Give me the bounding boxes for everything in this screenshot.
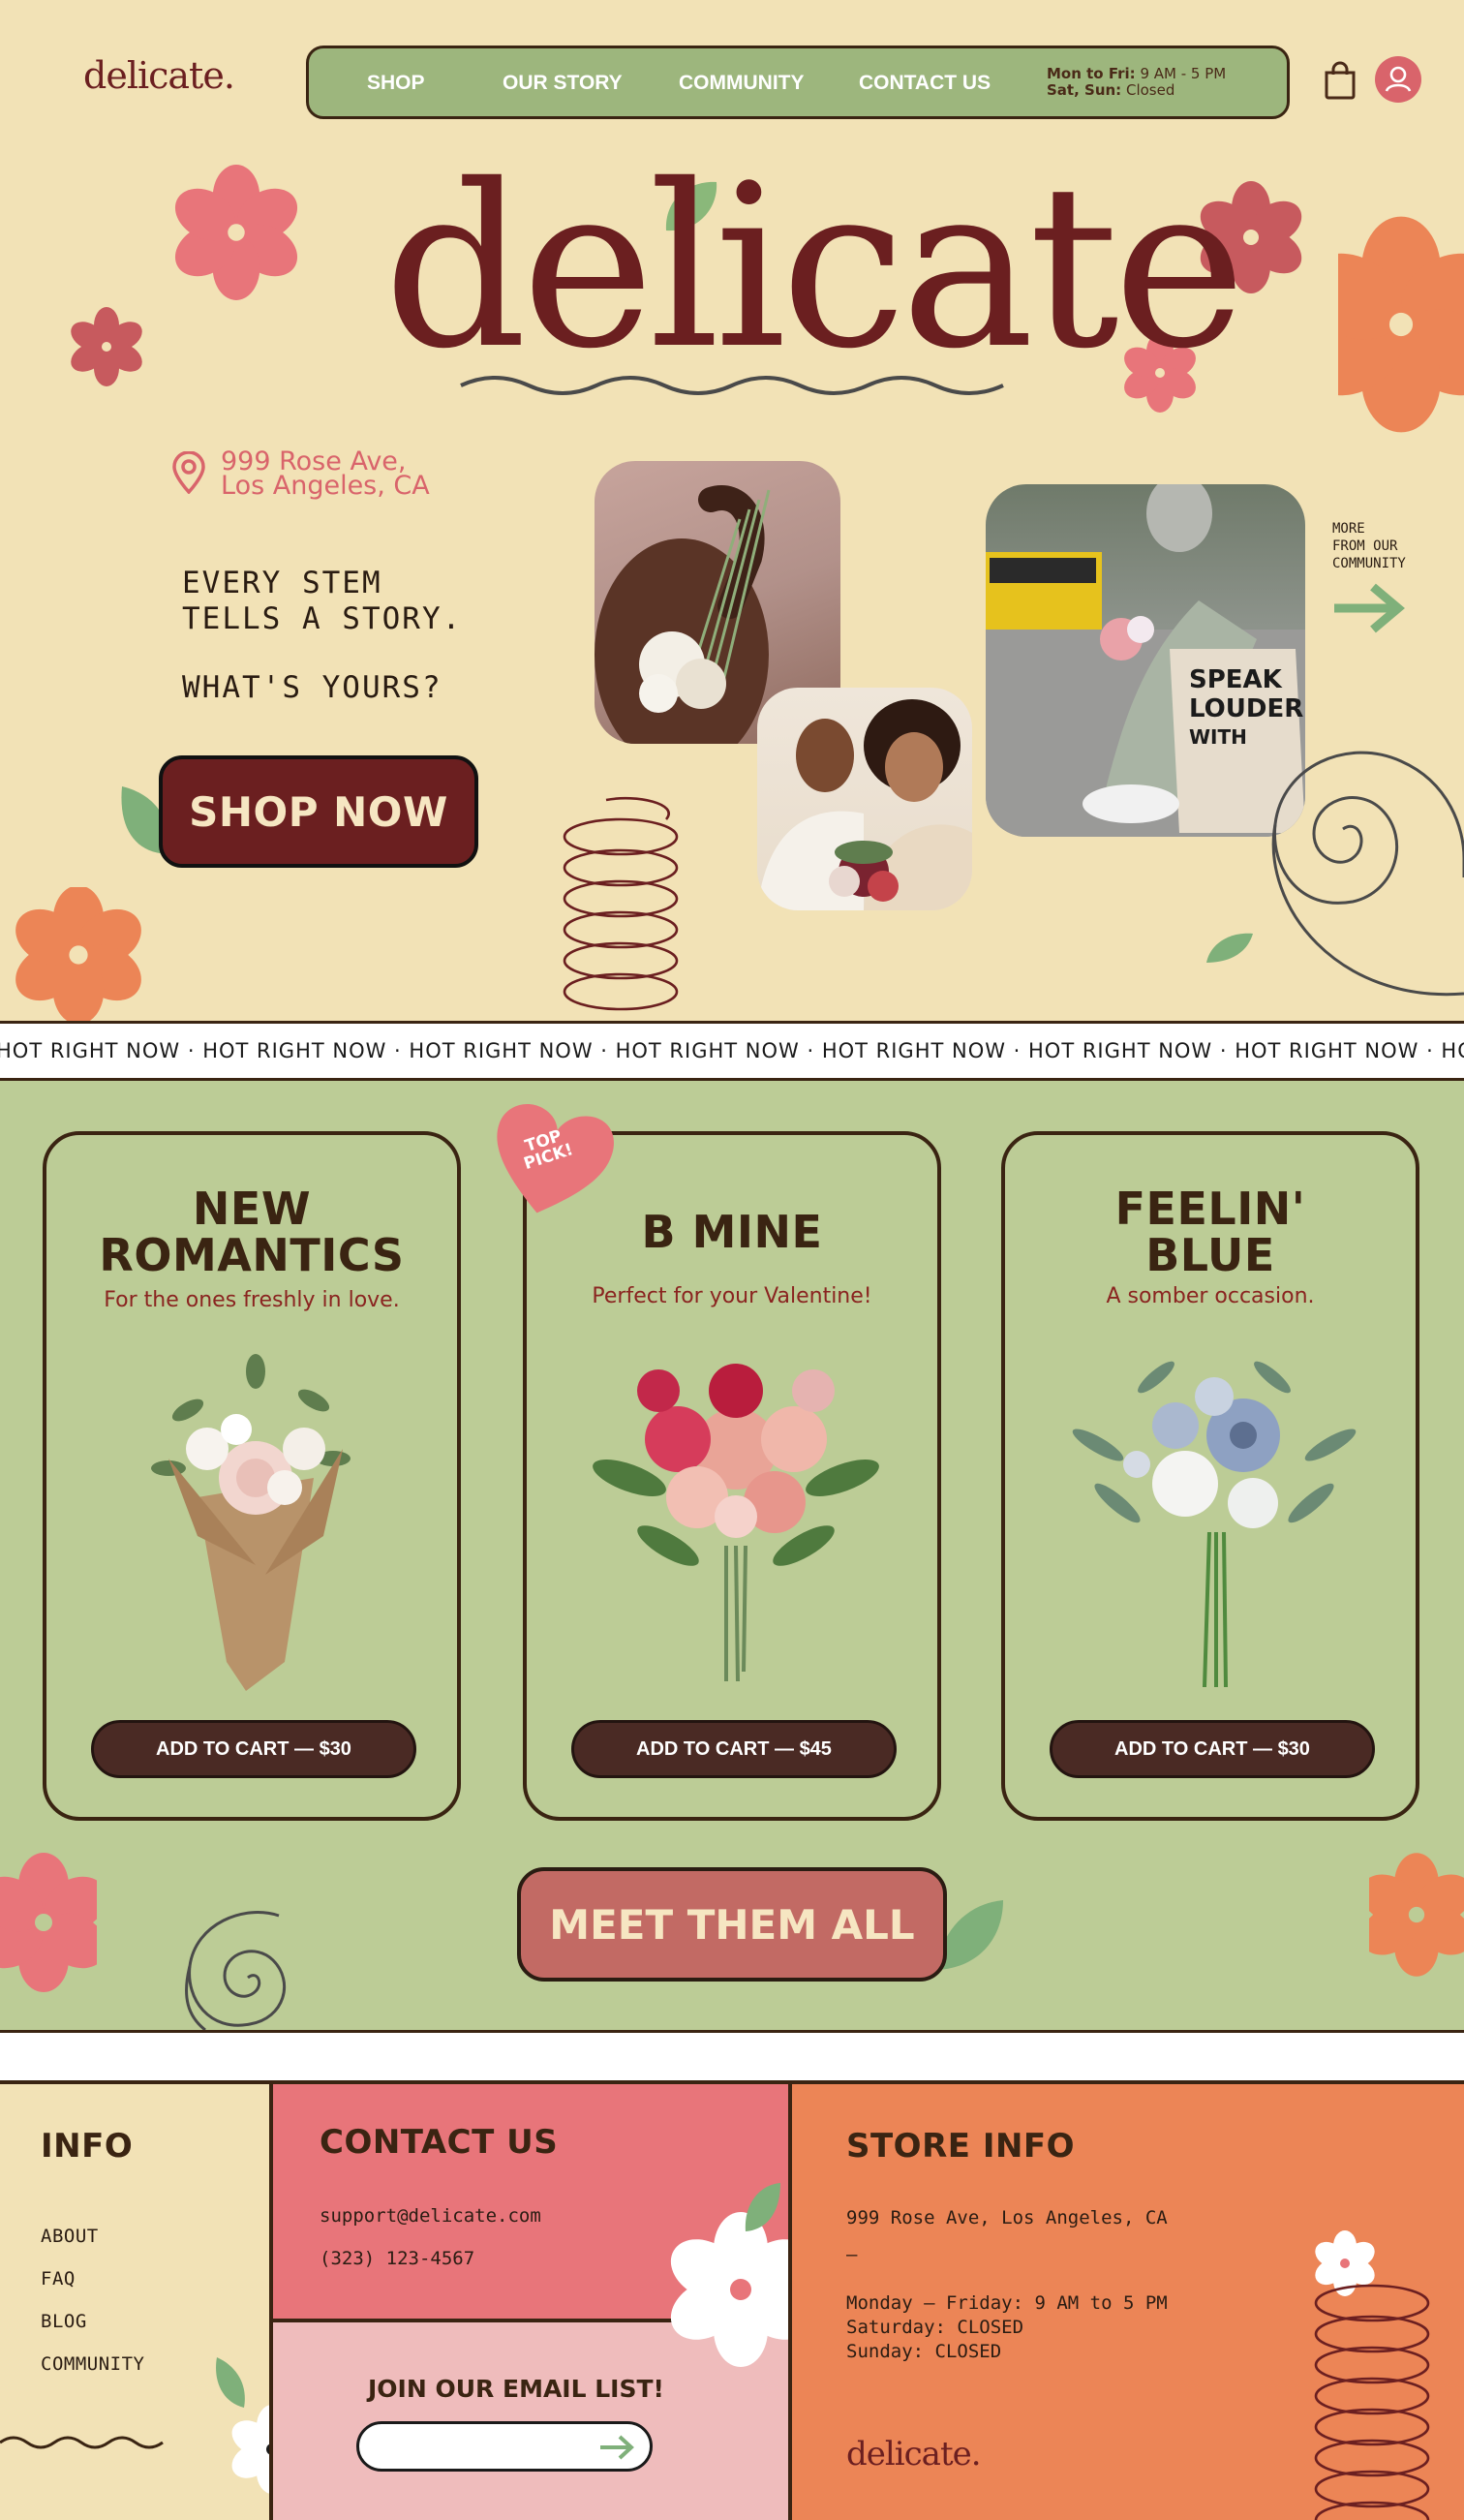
address-line-2: Los Angeles, CA (221, 471, 430, 501)
footer-link-blog[interactable]: BLOG (41, 2311, 87, 2332)
footer-contact-title: CONTACT US (320, 2123, 559, 2162)
bouquet-feelin-blue-image (1072, 1361, 1357, 1688)
product-title: NEW ROMANTICS (46, 1185, 457, 1278)
more-community-label[interactable]: MORE FROM OUR COMMUNITY (1332, 520, 1406, 572)
wave-decoration (0, 2436, 164, 2449)
tagline-line-2: TELLS A STORY. (182, 601, 463, 636)
footer-link-about[interactable]: ABOUT (41, 2226, 99, 2247)
section-divider (0, 2030, 1464, 2080)
product-subtitle: For the ones freshly in love. (104, 1288, 400, 1312)
community-photo-couple[interactable] (757, 688, 972, 910)
footer-info-title: INFO (41, 2127, 134, 2166)
flower-decoration-icon (71, 307, 142, 386)
nav-our-story[interactable]: OUR STORY (503, 72, 623, 95)
flower-decoration-icon (1369, 1853, 1464, 1977)
store-address: 999 Rose Ave, Los Angeles, CA (846, 2207, 1168, 2228)
more-line-1: MORE (1332, 521, 1365, 537)
tagline-line-3: WHAT'S YOURS? (182, 670, 442, 705)
nav-contact-us[interactable]: CONTACT US (859, 72, 991, 95)
submit-arrow-icon[interactable] (598, 2433, 637, 2462)
footer-logo[interactable]: delicate. (846, 2435, 982, 2474)
add-to-cart-button[interactable]: ADD TO CART — $45 (571, 1720, 897, 1778)
product-title-line-1: NEW (192, 1183, 312, 1235)
hero-tagline: EVERY STEM TELLS A STORY. WHAT'S YOURS? (182, 566, 462, 706)
product-title-line-2: BLUE (1145, 1229, 1275, 1281)
nav-community[interactable]: COMMUNITY (679, 72, 805, 95)
bouquet-new-romantics-image (151, 1354, 351, 1691)
footer-link-faq[interactable]: FAQ (41, 2268, 76, 2290)
tagline-line-1: EVERY STEM (182, 566, 382, 600)
more-line-2: FROM OUR (1332, 538, 1398, 554)
footer-link-community[interactable]: COMMUNITY (41, 2353, 144, 2375)
main-nav: SHOP OUR STORY COMMUNITY CONTACT US Mon … (306, 46, 1290, 119)
user-icon (1385, 66, 1412, 92)
store-hours-weekday: Monday — Friday: 9 AM to 5 PM (846, 2292, 1168, 2314)
location-pin-icon (172, 451, 205, 494)
newsletter-title: JOIN OUR EMAIL LIST! (368, 2375, 664, 2403)
hours-weekday-value: 9 AM - 5 PM (1140, 65, 1227, 82)
contact-phone-link[interactable]: (323) 123-4567 (320, 2247, 474, 2271)
more-line-3: COMMUNITY (1332, 556, 1406, 571)
hours-weekend-value: Closed (1125, 81, 1175, 99)
contact-email-link[interactable]: support@delicate.com (320, 2204, 541, 2228)
flower-decoration-icon (174, 165, 298, 300)
product-subtitle: Perfect for your Valentine! (592, 1284, 872, 1308)
product-card-b-mine[interactable]: B MINE Perfect for your Valentine! ADD T… (523, 1131, 941, 1821)
store-separator: — (846, 2244, 858, 2265)
spring-decoration (1314, 2284, 1430, 2520)
product-card-new-romantics[interactable]: NEW ROMANTICS For the ones freshly in lo… (43, 1131, 461, 1821)
flower-decoration-icon (0, 1853, 97, 1992)
photo-illustration (757, 699, 972, 910)
footer-store-column: STORE INFO 999 Rose Ave, Los Angeles, CA… (792, 2084, 1464, 2520)
header-logo[interactable]: delicate. (83, 54, 235, 97)
svg-text:SPEAK: SPEAK (1189, 665, 1283, 694)
user-account-button[interactable] (1375, 56, 1421, 103)
store-hours: Mon to Fri: 9 AM - 5 PM Sat, Sun: Closed (1047, 66, 1226, 99)
spiral-decoration (185, 1911, 287, 2030)
hours-weekday-label: Mon to Fri: (1047, 65, 1136, 82)
wave-underline (460, 376, 1004, 395)
shop-now-button[interactable]: SHOP NOW (159, 755, 478, 868)
top-pick-badge: TOP PICK! (486, 1100, 614, 1220)
product-card-feelin-blue[interactable]: FEELIN' BLUE A somber occasion. ADD TO C… (1001, 1131, 1419, 1821)
flower-decoration-icon (1338, 216, 1464, 433)
svg-text:LOUDER: LOUDER (1189, 694, 1303, 723)
footer: INFO ABOUT FAQ BLOG COMMUNITY CONTACT US… (0, 2080, 1464, 2520)
hero-title: delicate (383, 137, 1246, 398)
store-hours-saturday: Saturday: CLOSED (846, 2317, 1024, 2338)
add-to-cart-button[interactable]: ADD TO CART — $30 (1050, 1720, 1375, 1778)
store-hours-sunday: Sunday: CLOSED (846, 2341, 1002, 2362)
product-subtitle: A somber occasion. (1106, 1284, 1315, 1308)
flower-decoration-icon (231, 2405, 269, 2494)
bouquet-b-mine-image (593, 1364, 879, 1682)
leaf-decoration-icon (216, 2357, 245, 2408)
hot-right-now-marquee: HOT RIGHT NOW · HOT RIGHT NOW · HOT RIGH… (0, 1021, 1464, 1081)
marquee-text: HOT RIGHT NOW · HOT RIGHT NOW · HOT RIGH… (0, 1039, 1464, 1062)
hero-address: 999 Rose Ave, Los Angeles, CA (221, 448, 430, 501)
add-to-cart-button[interactable]: ADD TO CART — $30 (91, 1720, 416, 1778)
footer-info-column: INFO ABOUT FAQ BLOG COMMUNITY (0, 2084, 273, 2520)
arrow-right-icon[interactable] (1330, 581, 1408, 635)
leaf-decoration-icon (745, 2183, 780, 2231)
hero-section: delicate. SHOP OUR STORY COMMUNITY CONTA… (0, 0, 1464, 1021)
product-title-line-1: FEELIN' (1114, 1183, 1306, 1235)
footer-store-title: STORE INFO (846, 2127, 1076, 2166)
hours-weekend-label: Sat, Sun: (1047, 81, 1122, 99)
products-section: NEW ROMANTICS For the ones freshly in lo… (0, 1081, 1464, 2030)
spiral-decoration (1271, 751, 1464, 997)
product-title-line-2: ROMANTICS (99, 1229, 405, 1281)
shopping-bag-icon[interactable] (1323, 61, 1357, 100)
product-title: FEELIN' BLUE (1005, 1185, 1416, 1278)
flower-decoration-icon (15, 887, 141, 1021)
footer-contact-column: CONTACT US support@delicate.com (323) 12… (273, 2084, 792, 2520)
meet-them-all-button[interactable]: MEET THEM ALL (517, 1867, 947, 1982)
spring-decoration (563, 796, 679, 1011)
nav-shop[interactable]: SHOP (367, 72, 425, 95)
